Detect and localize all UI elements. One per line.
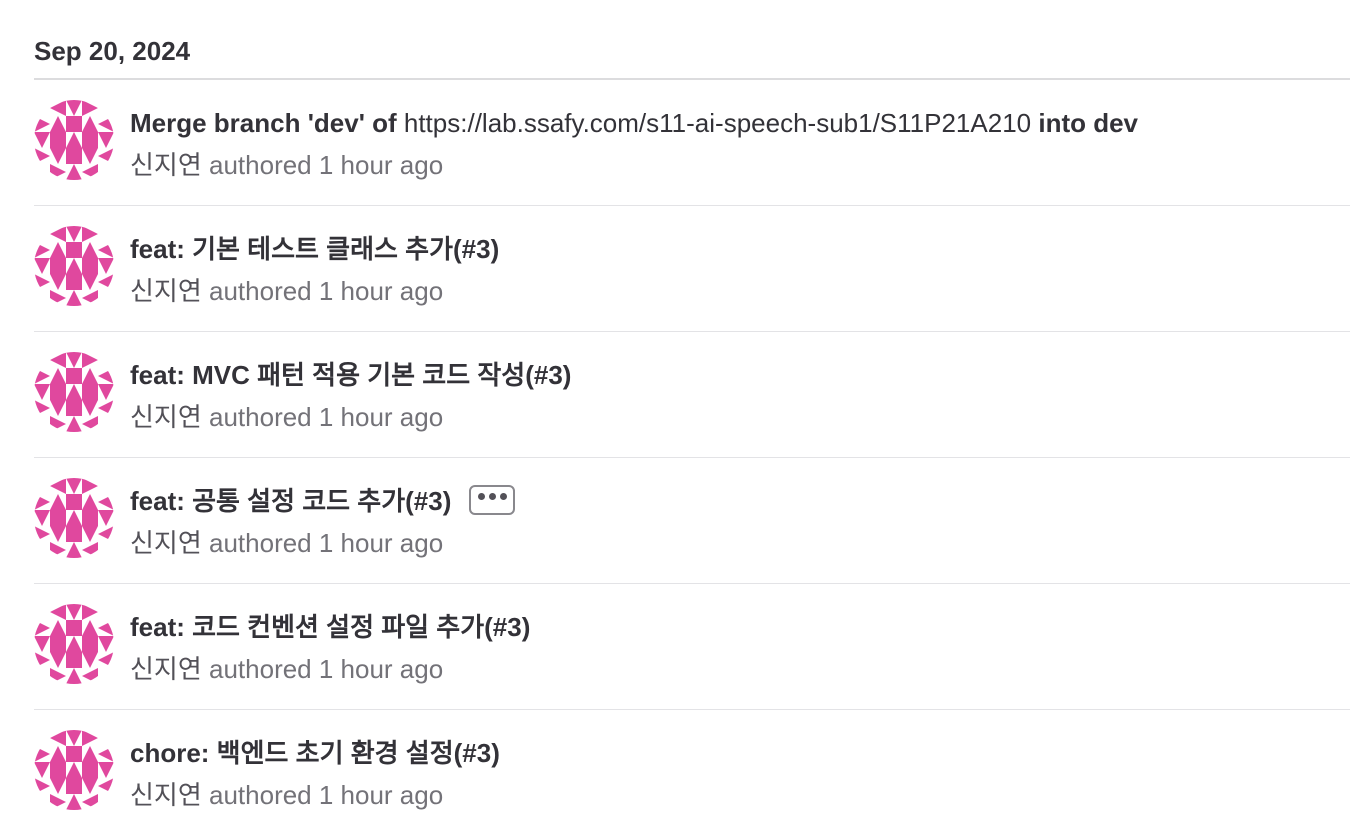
commit-meta: 신지연 authored 1 hour ago	[130, 652, 443, 686]
commit-authored-time: authored 1 hour ago	[209, 528, 444, 558]
commit-meta: 신지연 authored 1 hour ago	[130, 274, 443, 308]
commit-authored-time: authored 1 hour ago	[209, 150, 444, 180]
commit-authored-time: authored 1 hour ago	[209, 654, 444, 684]
identicon-avatar[interactable]	[34, 730, 114, 810]
day-header: Sep 20, 2024	[34, 0, 1350, 80]
commit-title[interactable]: Merge branch 'dev' of https://lab.ssafy.…	[130, 106, 1138, 140]
commit-meta: 신지연 authored 1 hour ago	[130, 526, 443, 560]
commit-author-link[interactable]: 신지연	[130, 150, 202, 180]
commit-row: feat: 코드 컨벤션 설정 파일 추가(#3) 신지연 authored 1…	[34, 584, 1350, 710]
commit-row: feat: 기본 테스트 클래스 추가(#3) 신지연 authored 1 h…	[34, 206, 1350, 332]
commit-row: feat: MVC 패턴 적용 기본 코드 작성(#3) 신지연 authore…	[34, 332, 1350, 458]
identicon-avatar[interactable]	[34, 478, 114, 558]
commit-title[interactable]: feat: 공통 설정 코드 추가(#3)	[130, 483, 516, 518]
day-header-date: Sep 20, 2024	[34, 36, 191, 66]
identicon-avatar[interactable]	[34, 604, 114, 684]
toggle-description-button[interactable]	[469, 483, 516, 517]
identicon-avatar[interactable]	[34, 100, 114, 180]
ellipsis-icon	[471, 483, 513, 517]
identicon-avatar[interactable]	[34, 352, 114, 432]
commit-title-suffix[interactable]: into dev	[1031, 108, 1138, 138]
commit-title-prefix[interactable]: Merge branch 'dev' of	[130, 108, 404, 138]
commit-title[interactable]: feat: MVC 패턴 적용 기본 코드 작성(#3)	[130, 358, 571, 392]
commit-title-link[interactable]: https://lab.ssafy.com/s11-ai-speech-sub1…	[404, 108, 1031, 138]
commit-title-text[interactable]: feat: 공통 설정 코드 추가(#3)	[130, 486, 451, 516]
commit-author-link[interactable]: 신지연	[130, 654, 202, 684]
commit-authored-time: authored 1 hour ago	[209, 402, 444, 432]
commit-title-text[interactable]: chore: 백엔드 초기 환경 설정(#3)	[130, 738, 500, 768]
commit-title[interactable]: feat: 코드 컨벤션 설정 파일 추가(#3)	[130, 610, 530, 644]
commit-title-text[interactable]: feat: 기본 테스트 클래스 추가(#3)	[130, 234, 499, 264]
commit-authored-time: authored 1 hour ago	[209, 780, 444, 810]
commit-meta: 신지연 authored 1 hour ago	[130, 400, 443, 434]
commit-authored-time: authored 1 hour ago	[209, 276, 444, 306]
commit-title[interactable]: chore: 백엔드 초기 환경 설정(#3)	[130, 736, 500, 770]
identicon-avatar[interactable]	[34, 226, 114, 306]
commit-list: Sep 20, 2024 Merge branch 'dev' of https…	[34, 0, 1350, 836]
commit-row: Merge branch 'dev' of https://lab.ssafy.…	[34, 80, 1350, 206]
commit-author-link[interactable]: 신지연	[130, 402, 202, 432]
commit-title-text[interactable]: feat: MVC 패턴 적용 기본 코드 작성(#3)	[130, 360, 571, 390]
commit-author-link[interactable]: 신지연	[130, 780, 202, 810]
commit-row: chore: 백엔드 초기 환경 설정(#3) 신지연 authored 1 h…	[34, 710, 1350, 836]
commit-title[interactable]: feat: 기본 테스트 클래스 추가(#3)	[130, 232, 499, 266]
commit-meta: 신지연 authored 1 hour ago	[130, 778, 443, 812]
commit-author-link[interactable]: 신지연	[130, 276, 202, 306]
commit-row: feat: 공통 설정 코드 추가(#3) 신지연 authored 1 hou…	[34, 458, 1350, 584]
commit-author-link[interactable]: 신지연	[130, 528, 202, 558]
commit-title-text[interactable]: feat: 코드 컨벤션 설정 파일 추가(#3)	[130, 612, 530, 642]
commit-meta: 신지연 authored 1 hour ago	[130, 148, 443, 182]
